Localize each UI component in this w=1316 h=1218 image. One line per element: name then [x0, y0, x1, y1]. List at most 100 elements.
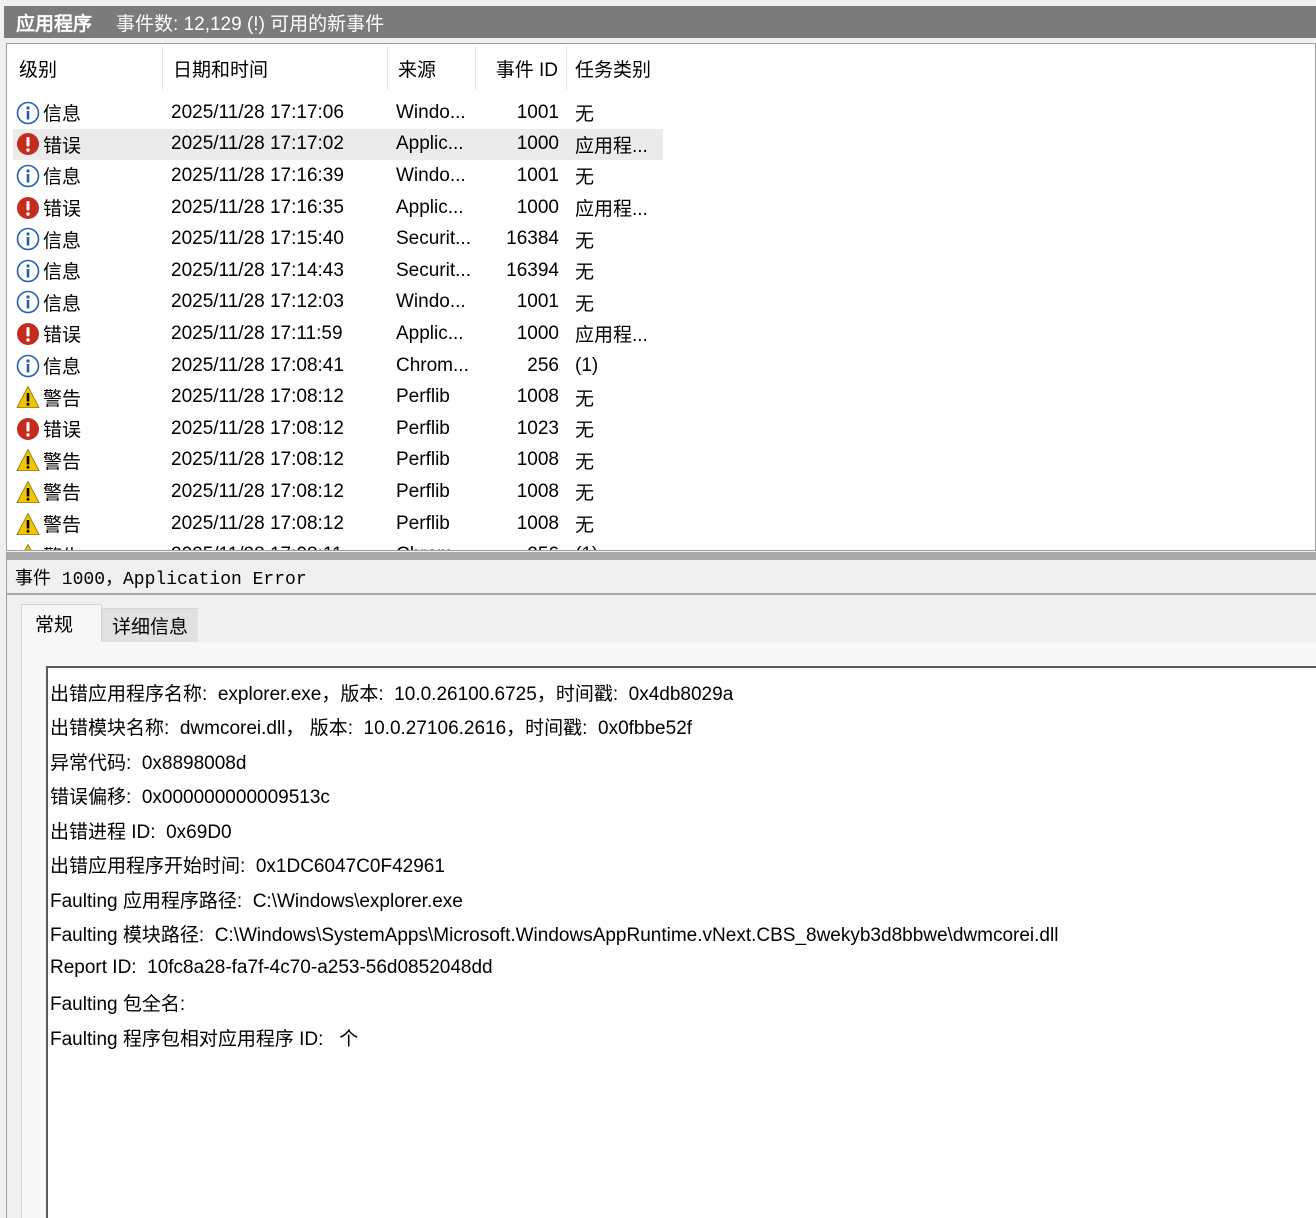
event-id: 1001	[516, 291, 559, 313]
event-row[interactable]: 错误 2025/11/28 17:17:02 Applic... 1000 应用程...	[13, 128, 663, 161]
event-level-text: 信息	[43, 104, 82, 126]
info-icon	[16, 259, 40, 283]
event-level-cell: 信息	[13, 162, 163, 189]
event-source: Applic...	[396, 133, 464, 155]
event-date: 2025/11/28 17:11:59	[171, 322, 343, 344]
column-header-event-id[interactable]: 事件 ID	[476, 46, 567, 90]
event-source: Perflib	[396, 480, 450, 502]
event-row[interactable]: 信息 2025/11/28 17:08:41 Chrom... 256 (1)	[13, 350, 663, 382]
event-level-cell: 警告	[13, 384, 163, 411]
detail-line: 出错模块名称: dwmcorei.dll， 版本: 10.0.27106.261…	[50, 718, 693, 740]
event-id: 16384	[506, 228, 559, 250]
general-info-box[interactable]: 出错应用程序名称: explorer.exe，版本: 10.0.26100.67…	[46, 666, 1316, 1218]
column-header-level[interactable]: 级别	[13, 46, 163, 90]
event-task-category: 无	[575, 167, 595, 189]
detail-line: 出错进程 ID: 0x69D0	[50, 821, 232, 843]
event-row[interactable]: 警告 2025/11/28 17:08:12 Perflib 1008 无	[13, 381, 663, 413]
event-task-category: 应用程...	[575, 199, 648, 221]
detail-line: 出错应用程序开始时间: 0x1DC6047C0F42961	[50, 856, 445, 878]
column-header-task-category[interactable]: 任务类别	[567, 46, 657, 90]
tab-content: 出错应用程序名称: explorer.exe，版本: 10.0.26100.67…	[21, 642, 1316, 1218]
event-task-category: 无	[575, 104, 595, 126]
event-source: Securit...	[396, 228, 471, 250]
event-level-text: 错误	[43, 135, 82, 157]
event-count-summary: 事件数: 12,129 (!) 可用的新事件	[116, 13, 385, 35]
pane-splitter[interactable]	[6, 552, 1316, 560]
event-row[interactable]: 错误 2025/11/28 17:16:35 Applic... 1000 应用程...	[13, 192, 663, 224]
event-task-category: 无	[575, 451, 595, 473]
error-icon	[16, 196, 40, 220]
event-task-category: 无	[575, 388, 595, 410]
event-list-header: 级别 日期和时间 来源 事件 ID 任务类别	[13, 46, 1315, 90]
event-level-text: 警告	[43, 542, 81, 550]
event-row[interactable]: 错误 2025/11/28 17:08:12 Perflib 1023 无	[13, 413, 663, 445]
event-list[interactable]: 级别 日期和时间 来源 事件 ID 任务类别 信息 2025/11/28 17:1…	[6, 43, 1316, 551]
event-rows: 信息 2025/11/28 17:17:06 Windo... 1001 无错误 2025…	[13, 97, 663, 550]
event-level-text: 错误	[43, 325, 82, 347]
event-source: Securit...	[396, 259, 471, 281]
event-level-cell: 警告	[13, 510, 163, 537]
event-row[interactable]: 信息 2025/11/28 17:15:40 Securit... 16384 无	[13, 223, 663, 255]
event-source: Applic...	[396, 322, 464, 344]
log-title-bar: 应用程序 事件数: 12,129 (!) 可用的新事件	[4, 6, 1316, 38]
event-source: Windo...	[396, 101, 466, 123]
error-icon	[16, 322, 40, 346]
tab-details[interactable]: 详细信息	[102, 608, 199, 642]
event-date: 2025/11/28 17:17:02	[171, 133, 344, 155]
event-date: 2025/11/28 17:12:03	[171, 291, 344, 313]
event-row[interactable]: 信息 2025/11/28 17:12:03 Windo... 1001 无	[13, 287, 663, 319]
event-row[interactable]: 警告 2025/11/28 17:08:12 Perflib 1008 无	[13, 476, 663, 508]
event-source: Windo...	[396, 164, 466, 186]
info-icon	[16, 101, 40, 125]
event-date: 2025/11/28 17:14:43	[171, 259, 344, 281]
detail-line: Faulting 模块路径: C:\Windows\SystemApps\Mic…	[50, 925, 1059, 947]
event-level-text: 信息	[43, 357, 82, 379]
event-level-cell: 错误	[13, 131, 163, 158]
event-row[interactable]: 警告 2025/11/28 17:08:12 Perflib 1008 无	[13, 445, 663, 477]
event-id: 1000	[516, 196, 559, 218]
warning-icon	[16, 385, 40, 409]
column-header-date[interactable]: 日期和时间	[163, 46, 388, 90]
event-date: 2025/11/28 17:08:12	[171, 449, 344, 471]
event-task-category: 无	[575, 483, 595, 505]
event-row[interactable]: 信息 2025/11/28 17:14:43 Securit... 16394 无	[13, 255, 663, 287]
column-header-source[interactable]: 来源	[388, 46, 476, 90]
event-row[interactable]: 警告 2025/11/28 17:08:11Chrom...256(1)	[13, 539, 663, 550]
event-level-text: 警告	[43, 451, 82, 473]
event-row[interactable]: 错误 2025/11/28 17:11:59 Applic... 1000 应用程...	[13, 318, 663, 350]
event-row[interactable]: 信息 2025/11/28 17:17:06 Windo... 1001 无	[13, 97, 663, 129]
event-task-category: 无	[575, 515, 595, 537]
info-icon	[16, 227, 40, 251]
warning-icon	[16, 512, 40, 536]
tab-general[interactable]: 常规	[21, 604, 103, 642]
detail-line: Faulting 程序包相对应用程序 ID: 个	[50, 1028, 359, 1050]
event-source: Chrom...	[388, 544, 476, 550]
detail-divider	[7, 593, 1316, 595]
event-id: 1008	[516, 386, 559, 408]
event-level-cell: 信息	[13, 257, 163, 284]
event-level-text: 警告	[43, 515, 82, 537]
event-level-cell: 信息	[13, 352, 163, 379]
event-level-text: 信息	[43, 230, 82, 252]
event-row[interactable]: 信息 2025/11/28 17:16:39 Windo... 1001 无	[13, 160, 663, 192]
event-date: 2025/11/28 17:08:11	[163, 544, 388, 550]
info-icon	[16, 164, 40, 188]
event-level-text: 错误	[43, 420, 82, 442]
event-source: Perflib	[396, 449, 450, 471]
event-date: 2025/11/28 17:15:40	[171, 228, 344, 250]
event-date: 2025/11/28 17:08:12	[171, 417, 344, 439]
event-level-cell: 错误	[13, 415, 163, 442]
event-task-category: 应用程...	[575, 325, 648, 347]
event-task-category: (1)	[567, 544, 657, 550]
event-source: Perflib	[396, 386, 450, 408]
event-id: 1001	[516, 101, 559, 123]
event-level-cell: 警告	[13, 542, 163, 550]
event-source: Chrom...	[396, 354, 469, 376]
error-icon	[16, 417, 40, 441]
event-task-category: (1)	[575, 354, 599, 376]
info-icon	[16, 290, 40, 314]
event-row[interactable]: 警告 2025/11/28 17:08:12 Perflib 1008 无	[13, 508, 663, 540]
event-id: 1008	[516, 449, 559, 471]
event-level-text: 警告	[43, 388, 82, 410]
detail-tabs: 常规 详细信息	[21, 604, 199, 642]
